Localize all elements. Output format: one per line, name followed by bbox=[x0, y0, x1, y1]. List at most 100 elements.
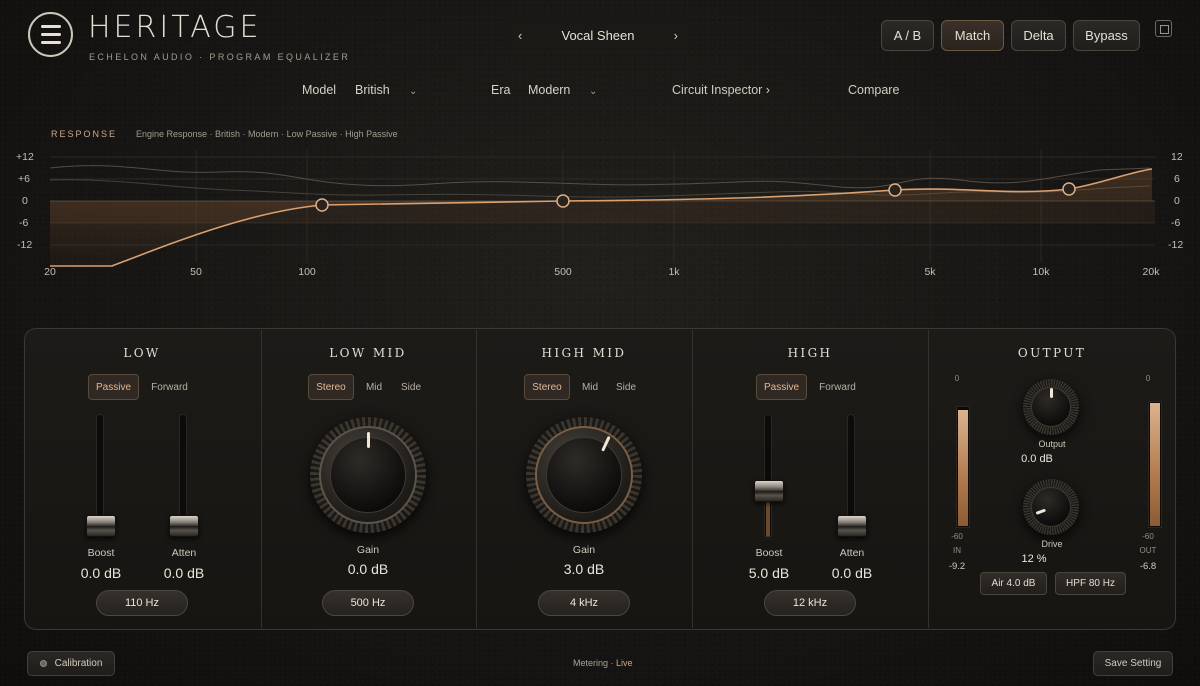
drive-value: 12 % bbox=[1021, 553, 1047, 565]
x-tick: 1k bbox=[668, 266, 680, 278]
era-label: Era bbox=[491, 83, 511, 97]
high-mode-passive[interactable]: Passive bbox=[756, 374, 807, 400]
x-tick: 50 bbox=[190, 266, 202, 278]
out-meter-bottom: -60 bbox=[1142, 532, 1154, 541]
plugin-title: HERITAGE bbox=[88, 10, 262, 45]
section-divider bbox=[928, 330, 929, 628]
section-divider bbox=[261, 330, 262, 628]
high-freq-button[interactable]: 12 kHz bbox=[764, 590, 856, 616]
drive-label: Drive bbox=[1041, 539, 1063, 549]
model-value[interactable]: British bbox=[355, 83, 390, 97]
low-mid-gain-value: 0.0 dB bbox=[347, 561, 389, 577]
low-mid-mode-stereo[interactable]: Stereo bbox=[308, 374, 354, 400]
high-title: HIGH bbox=[787, 346, 833, 360]
y-tick-left: -6 bbox=[19, 217, 29, 229]
high-mid-freq-button[interactable]: 4 kHz bbox=[538, 590, 630, 616]
y-tick-right: 0 bbox=[1174, 195, 1180, 207]
calibration-label: Calibration bbox=[54, 658, 103, 669]
resize-icon[interactable] bbox=[1155, 20, 1172, 37]
low-atten-label: Atten bbox=[171, 547, 197, 559]
bypass-button[interactable]: Bypass bbox=[1073, 20, 1140, 51]
low-mid-mode-side[interactable]: Side bbox=[396, 374, 426, 400]
high-atten-label: Atten bbox=[839, 547, 865, 559]
x-tick: 10k bbox=[1032, 266, 1050, 278]
x-tick: 500 bbox=[554, 266, 572, 278]
hpf-button[interactable]: HPF 80 Hz bbox=[1055, 572, 1126, 595]
in-meter-value: -9.2 bbox=[948, 561, 966, 572]
delta-button[interactable]: Delta bbox=[1011, 20, 1066, 51]
out-meter-value: -6.8 bbox=[1139, 561, 1157, 572]
preset-name[interactable]: Vocal Sheen bbox=[561, 28, 634, 43]
low-mode-forward[interactable]: Forward bbox=[144, 374, 195, 400]
low-freq-button[interactable]: 110 Hz bbox=[96, 590, 188, 616]
high-mid-mode-side[interactable]: Side bbox=[611, 374, 641, 400]
preset-prev-button[interactable]: ‹ bbox=[518, 28, 522, 43]
section-divider bbox=[476, 330, 477, 628]
low-mid-mode-mid[interactable]: Mid bbox=[359, 374, 389, 400]
low-mid-freq-button[interactable]: 500 Hz bbox=[322, 590, 414, 616]
node-high bbox=[1062, 182, 1076, 196]
high-atten-fader-handle[interactable] bbox=[837, 515, 867, 537]
model-chevron-icon[interactable]: ⌄ bbox=[409, 86, 417, 97]
x-tick: 5k bbox=[924, 266, 936, 278]
y-tick-right: 6 bbox=[1174, 173, 1180, 185]
circuit-inspector-link[interactable]: Circuit Inspector › bbox=[672, 83, 770, 97]
compare-link[interactable]: Compare bbox=[848, 83, 899, 97]
low-mode-passive[interactable]: Passive bbox=[88, 374, 139, 400]
out-meter-label: OUT bbox=[1139, 546, 1157, 555]
low-title: LOW bbox=[123, 346, 161, 360]
menu-icon[interactable] bbox=[28, 12, 73, 57]
high-mode-forward[interactable]: Forward bbox=[812, 374, 863, 400]
y-tick-right: 12 bbox=[1171, 151, 1183, 163]
low-boost-fader-handle[interactable] bbox=[86, 515, 116, 537]
low-atten-value: 0.0 dB bbox=[163, 565, 205, 581]
preset-next-button[interactable]: › bbox=[674, 28, 678, 43]
preset-selector: ‹ Vocal Sheen › bbox=[505, 20, 691, 50]
era-value[interactable]: Modern bbox=[528, 83, 570, 97]
output-title: OUTPUT bbox=[1017, 346, 1087, 360]
response-title: RESPONSE bbox=[51, 129, 118, 139]
y-tick-right: -6 bbox=[1171, 217, 1181, 229]
era-chevron-icon[interactable]: ⌄ bbox=[589, 86, 597, 97]
x-tick: 100 bbox=[298, 266, 316, 278]
low-boost-label: Boost bbox=[87, 547, 115, 559]
model-label: Model bbox=[302, 83, 337, 97]
in-meter-label: IN bbox=[953, 546, 961, 555]
high-mid-knob-cap bbox=[546, 437, 622, 513]
y-tick-left: +12 bbox=[16, 151, 34, 163]
high-boost-value: 5.0 dB bbox=[748, 565, 790, 581]
plugin-window: HERITAGE ECHELON AUDIO · PROGRAM EQUALIZ… bbox=[0, 0, 1200, 686]
node-low-mid bbox=[556, 194, 570, 208]
y-tick-right: -12 bbox=[1168, 239, 1184, 251]
metering-status: Metering · Live bbox=[573, 658, 633, 668]
in-meter-top: 0 bbox=[954, 374, 960, 383]
out-meter bbox=[1148, 401, 1162, 528]
metering-state[interactable]: Live bbox=[616, 658, 633, 668]
low-atten-fader-handle[interactable] bbox=[169, 515, 199, 537]
section-divider bbox=[692, 330, 693, 628]
y-tick-left: -12 bbox=[17, 239, 33, 251]
x-tick: 20 bbox=[44, 266, 56, 278]
output-knob-pointer bbox=[1050, 388, 1053, 398]
calibration-button[interactable]: Calibration bbox=[27, 651, 115, 676]
low-mid-gain-label: Gain bbox=[356, 544, 380, 556]
high-atten-value: 0.0 dB bbox=[831, 565, 873, 581]
y-tick-left: 0 bbox=[22, 195, 28, 207]
air-button[interactable]: Air 4.0 dB bbox=[980, 572, 1047, 595]
response-graph[interactable] bbox=[0, 140, 1200, 285]
output-label: Output bbox=[1038, 439, 1066, 449]
save-setting-button[interactable]: Save Setting bbox=[1093, 651, 1173, 676]
in-meter-bottom: -60 bbox=[951, 532, 963, 541]
high-mid-mode-stereo[interactable]: Stereo bbox=[524, 374, 570, 400]
ab-button[interactable]: A / B bbox=[881, 20, 934, 51]
response-subtitle: Engine Response · British · Modern · Low… bbox=[136, 129, 398, 139]
in-meter bbox=[956, 406, 970, 528]
high-mid-mode-mid[interactable]: Mid bbox=[575, 374, 605, 400]
analyzer-trace bbox=[49, 165, 1151, 189]
y-tick-left: +6 bbox=[18, 173, 30, 185]
node-high-mid bbox=[888, 183, 902, 197]
in-meter-fill bbox=[958, 410, 968, 526]
high-mid-gain-value: 3.0 dB bbox=[563, 561, 605, 577]
match-button[interactable]: Match bbox=[941, 20, 1004, 51]
high-boost-fader-handle[interactable] bbox=[754, 480, 784, 502]
